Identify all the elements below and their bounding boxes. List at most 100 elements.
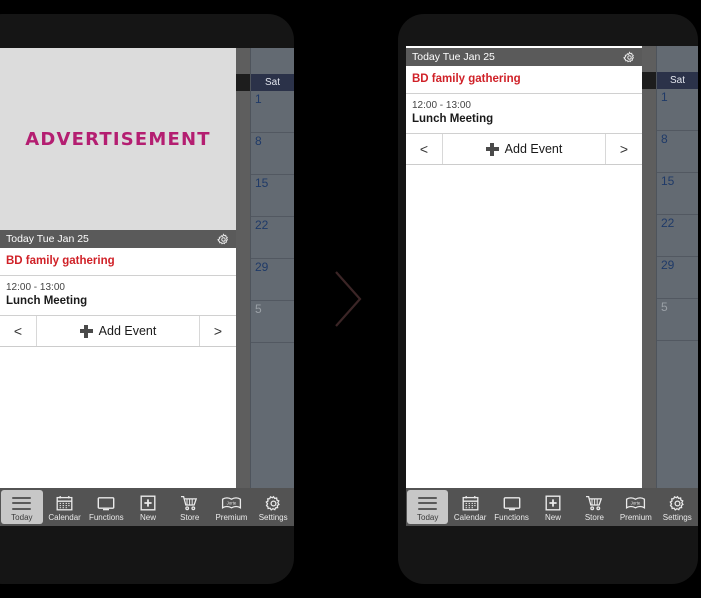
phone-right-no-ad: Sat 1 8 15 22 29 5 Today Tue Jan 25 BD f…: [398, 14, 698, 584]
advertisement-banner[interactable]: ADVERTISEMENT: [0, 48, 236, 230]
event-row[interactable]: BD family gathering: [0, 248, 236, 276]
nav-item-functions[interactable]: Functions: [491, 488, 532, 526]
event-title: BD family gathering: [412, 73, 521, 85]
nav-label: Today: [417, 512, 439, 522]
svg-text:Jorte: Jorte: [227, 500, 237, 505]
calendar-column-header: Sat: [657, 72, 698, 89]
calendar-column-header: Sat: [251, 74, 294, 91]
calendar-cell[interactable]: 8: [251, 133, 294, 175]
add-event-bar: < Add Event >: [0, 316, 236, 347]
phone-left-with-ad: Sat 1 8 15 22 29 5 ADVERTISEMENT Today T…: [0, 14, 294, 584]
calendar-gutter: [642, 46, 656, 526]
hamburger-icon: [418, 495, 438, 512]
plus-icon: [79, 324, 93, 338]
nav-item-store[interactable]: Store: [574, 488, 615, 526]
event-title: Lunch Meeting: [412, 113, 494, 125]
calendar-strip-right: Sat 1 8 15 22 29 5: [642, 46, 698, 526]
today-panel-right: Today Tue Jan 25 BD family gathering 12:…: [406, 46, 642, 526]
nav-item-settings[interactable]: Settings: [657, 488, 698, 526]
today-panel-left: Today Tue Jan 25 BD family gathering 12:…: [0, 230, 236, 526]
nav-label: Settings: [662, 512, 692, 522]
calendar-cell[interactable]: 1: [251, 91, 294, 133]
nav-item-today[interactable]: Today: [407, 490, 449, 524]
nav-item-calendar[interactable]: Calendar: [449, 488, 490, 526]
add-event-bar: < Add Event >: [406, 134, 642, 165]
comparison-stage: Sat 1 8 15 22 29 5 ADVERTISEMENT Today T…: [0, 0, 701, 598]
gear-icon[interactable]: [217, 232, 230, 246]
nav-label: Functions: [494, 512, 529, 522]
nav-label: Store: [584, 512, 604, 522]
nav-label: Calendar: [48, 512, 81, 522]
nav-item-today[interactable]: Today: [1, 490, 43, 524]
add-event-button[interactable]: Add Event: [37, 316, 199, 346]
next-day-button[interactable]: >: [605, 134, 642, 164]
gear-icon[interactable]: [623, 50, 636, 64]
calendar-strip-left: Sat 1 8 15 22 29 5: [236, 48, 294, 526]
event-row[interactable]: 12:00 - 13:00 Lunch Meeting: [0, 276, 236, 316]
calendar-cell[interactable]: 22: [251, 217, 294, 259]
cart-icon: [180, 495, 199, 512]
event-time: 12:00 - 13:00: [412, 100, 471, 111]
today-panel-title: Today Tue Jan 25: [6, 233, 89, 245]
event-time: 12:00 - 13:00: [6, 282, 65, 293]
cart-icon: [585, 495, 604, 512]
nav-item-store[interactable]: Store: [169, 488, 211, 526]
gear-icon: [669, 495, 686, 512]
calendar-column-sat[interactable]: Sat 1 8 15 22 29 5: [656, 46, 698, 526]
screen-left: Sat 1 8 15 22 29 5 ADVERTISEMENT Today T…: [0, 48, 294, 526]
today-panel-header: Today Tue Jan 25: [0, 230, 236, 248]
bottom-nav-left: Today Calendar Functions New Store Jorte…: [0, 488, 294, 526]
svg-text:Jorte: Jorte: [631, 500, 641, 505]
next-day-button[interactable]: >: [199, 316, 236, 346]
calendar-gutter-header: [642, 72, 656, 89]
today-panel-header: Today Tue Jan 25: [406, 48, 642, 66]
calendar-gutter: [236, 48, 250, 526]
nav-item-settings[interactable]: Settings: [252, 488, 294, 526]
nav-item-functions[interactable]: Functions: [85, 488, 127, 526]
event-row[interactable]: BD family gathering: [406, 66, 642, 94]
event-row[interactable]: 12:00 - 13:00 Lunch Meeting: [406, 94, 642, 134]
today-panel-title: Today Tue Jan 25: [412, 51, 495, 63]
nav-label: New: [140, 512, 157, 522]
nav-label: New: [544, 512, 561, 522]
calendar-cell[interactable]: 29: [251, 259, 294, 301]
add-event-button[interactable]: Add Event: [443, 134, 605, 164]
nav-item-new[interactable]: New: [532, 488, 573, 526]
advertisement-label: ADVERTISEMENT: [25, 128, 211, 150]
prev-day-button[interactable]: <: [406, 134, 443, 164]
jorte-book-icon: Jorte: [221, 495, 242, 512]
calendar-cell[interactable]: 22: [657, 215, 698, 257]
gear-icon: [265, 495, 282, 512]
monitor-icon: [503, 495, 521, 512]
calendar-icon: [56, 495, 73, 512]
calendar-cell[interactable]: 1: [657, 89, 698, 131]
calendar-cell[interactable]: 8: [657, 131, 698, 173]
calendar-gutter-header: [236, 74, 250, 91]
plus-icon: [485, 142, 499, 156]
nav-item-premium[interactable]: Jorte Premium: [615, 488, 656, 526]
calendar-cell[interactable]: 5: [251, 301, 294, 343]
nav-item-calendar[interactable]: Calendar: [44, 488, 86, 526]
screen-right: Sat 1 8 15 22 29 5 Today Tue Jan 25 BD f…: [406, 46, 698, 526]
nav-item-premium[interactable]: Jorte Premium: [211, 488, 253, 526]
event-title: Lunch Meeting: [6, 295, 88, 307]
nav-label: Today: [11, 512, 33, 522]
prev-day-button[interactable]: <: [0, 316, 37, 346]
nav-item-new[interactable]: New: [127, 488, 169, 526]
calendar-cell[interactable]: 5: [657, 299, 698, 341]
calendar-cell[interactable]: 15: [251, 175, 294, 217]
calendar-column-sat[interactable]: Sat 1 8 15 22 29 5: [250, 48, 294, 526]
bottom-nav-right: Today Calendar Functions New Store Jorte…: [406, 488, 698, 526]
add-event-label: Add Event: [98, 324, 157, 338]
calendar-cell[interactable]: 29: [657, 257, 698, 299]
transition-arrow: [330, 268, 366, 330]
plus-box-icon: [545, 495, 561, 512]
calendar-cell[interactable]: 15: [657, 173, 698, 215]
event-title: BD family gathering: [6, 255, 115, 267]
add-event-label: Add Event: [504, 142, 563, 156]
chevron-right-icon: [335, 271, 362, 327]
nav-label: Calendar: [453, 512, 487, 522]
nav-label: Store: [180, 512, 200, 522]
nav-label: Settings: [258, 512, 288, 522]
nav-label: Functions: [88, 512, 124, 522]
